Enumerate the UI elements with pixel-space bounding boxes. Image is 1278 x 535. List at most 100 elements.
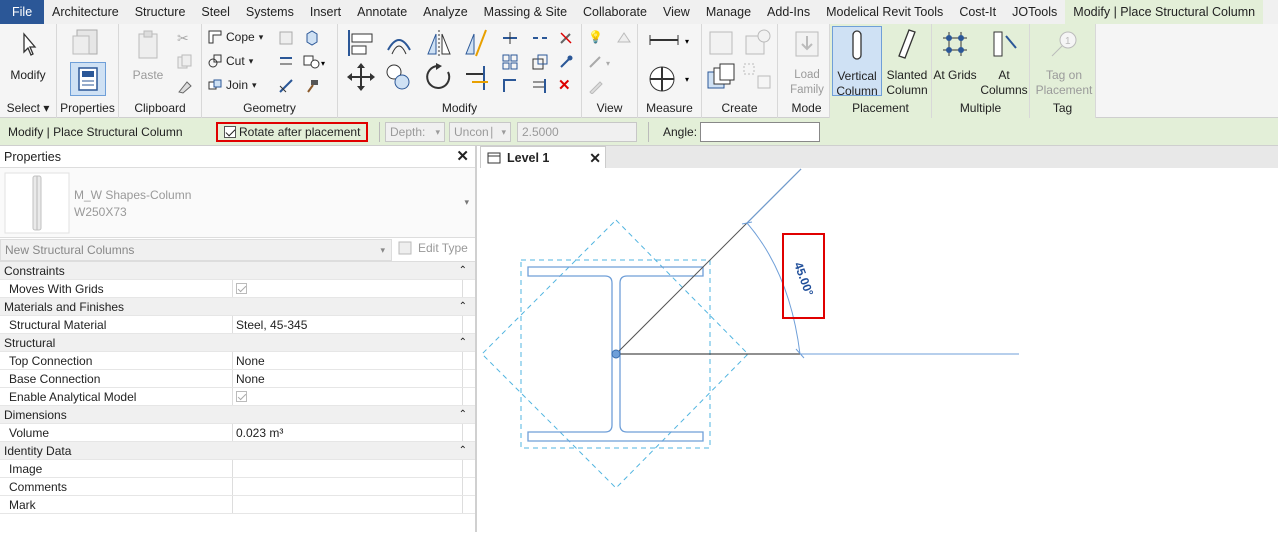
split-face-icon[interactable] — [278, 54, 294, 73]
tab-jotools[interactable]: JOTools — [1004, 0, 1065, 24]
tab-collaborate[interactable]: Collaborate — [575, 0, 655, 24]
copy-icon[interactable] — [177, 54, 193, 73]
create-parts-icon[interactable] — [742, 28, 774, 61]
unconnected-dropdown[interactable]: Uncon∣ ▾ — [449, 122, 511, 142]
tab-steel[interactable]: Steel — [193, 0, 238, 24]
rotate-icon[interactable] — [424, 62, 454, 95]
close-icon[interactable]: ✕ — [456, 146, 469, 168]
mirror-draw-axis-icon[interactable] — [462, 28, 492, 61]
property-value[interactable]: Steel, 45-345 — [236, 316, 307, 334]
category-label: Structural — [4, 336, 56, 350]
align-icon[interactable] — [346, 28, 376, 61]
copy-elements-icon[interactable] — [384, 62, 414, 95]
at-columns-label: At Columns — [980, 68, 1028, 97]
slanted-column-button[interactable]: Slanted Column — [882, 26, 932, 97]
override-graphics-icon[interactable]: ▾ — [588, 54, 618, 73]
pin-icon[interactable] — [558, 54, 574, 73]
tab-view[interactable]: View — [655, 0, 698, 24]
tab-modify-place-structural-column[interactable]: Modify | Place Structural Column — [1065, 0, 1264, 24]
join-button[interactable]: Join ▾ — [208, 78, 257, 92]
tab-level-1[interactable]: Level 1 ✕ — [480, 146, 606, 168]
property-value[interactable]: None — [236, 352, 265, 370]
ribbon: Modify Select ▾ Properties Paste ✂ Clipb… — [0, 24, 1278, 118]
tab-architecture[interactable]: Architecture — [44, 0, 127, 24]
instance-filter-dropdown[interactable]: New Structural Columns ▾ — [0, 239, 392, 261]
split-element-icon[interactable] — [502, 30, 518, 49]
checkbox-icon[interactable] — [236, 391, 247, 402]
height-value-input[interactable]: 2.5000 — [517, 122, 637, 142]
depth-dropdown[interactable]: Depth: ▾ — [385, 122, 445, 142]
lightbulb-icon[interactable]: 💡 — [588, 30, 603, 44]
angle-input[interactable] — [700, 122, 820, 142]
split-gap-icon[interactable] — [532, 30, 548, 49]
hide-icon[interactable] — [616, 30, 632, 49]
collapse-icon[interactable]: ⌃ — [459, 262, 467, 280]
angle-label: Angle: — [663, 125, 698, 139]
move-icon[interactable] — [346, 62, 376, 95]
create-assembly-icon[interactable] — [706, 28, 738, 61]
mirror-pick-axis-icon[interactable] — [424, 28, 454, 61]
unpin-icon[interactable] — [558, 30, 574, 49]
delete-icon[interactable]: ✕ — [558, 78, 571, 94]
offset-icon[interactable] — [384, 28, 414, 61]
scissors-icon[interactable]: ✂ — [177, 30, 189, 47]
load-family-label: Load Family — [790, 69, 824, 96]
checkbox-icon[interactable] — [236, 283, 247, 294]
load-family-button[interactable]: Load Family — [784, 26, 830, 96]
tab-insert[interactable]: Insert — [302, 0, 349, 24]
at-grids-button[interactable]: At Grids — [932, 26, 978, 96]
select-dropdown[interactable]: Select ▾ — [0, 101, 56, 115]
wall-joins-icon[interactable] — [278, 78, 294, 97]
close-icon[interactable]: ✕ — [589, 147, 601, 169]
tab-structure[interactable]: Structure — [127, 0, 194, 24]
create-group-icon[interactable] — [706, 62, 738, 95]
tab-massing-site[interactable]: Massing & Site — [476, 0, 575, 24]
similar-icon[interactable] — [742, 62, 774, 95]
property-value[interactable]: 0.023 m³ — [236, 424, 283, 442]
tab-cost-it[interactable]: Cost-It — [951, 0, 1004, 24]
collapse-icon[interactable]: ⌃ — [459, 406, 467, 424]
insertion-point[interactable] — [611, 349, 621, 359]
aligned-dimension-icon[interactable]: ▾ — [648, 64, 692, 97]
geometry-tool-icon[interactable] — [278, 30, 294, 49]
type-properties-icon[interactable] — [71, 28, 105, 58]
at-grids-icon — [943, 32, 967, 56]
tab-manage[interactable]: Manage — [698, 0, 759, 24]
array-icon[interactable] — [502, 54, 518, 73]
trim-multiple-icon[interactable] — [532, 78, 548, 97]
tab-file[interactable]: File — [0, 0, 44, 24]
trim-extend-icon[interactable] — [462, 62, 492, 95]
panel-create: Create — [702, 24, 778, 118]
match-type-icon[interactable] — [177, 78, 193, 97]
panel-select: Modify Select ▾ — [0, 24, 57, 118]
measure-icon[interactable]: ▾ — [648, 32, 692, 51]
cut-button[interactable]: Cut ▾ — [208, 54, 253, 68]
properties-button[interactable] — [70, 62, 106, 96]
collapse-icon[interactable]: ⌃ — [459, 334, 467, 352]
drawing-canvas[interactable]: 45.00° — [480, 168, 1278, 532]
at-columns-button[interactable]: At Columns — [978, 26, 1030, 97]
demolish-hammer-icon[interactable] — [304, 78, 320, 97]
property-value[interactable]: None — [236, 370, 265, 388]
tab-analyze[interactable]: Analyze — [415, 0, 475, 24]
collapse-icon[interactable]: ⌃ — [459, 298, 467, 316]
scale-icon[interactable] — [532, 54, 548, 73]
view-tab-label: Level 1 — [507, 151, 550, 165]
trim-corner-icon[interactable] — [502, 78, 518, 97]
tab-add-ins[interactable]: Add-Ins — [759, 0, 818, 24]
tag-on-placement-button[interactable]: 1 Tag on Placement — [1034, 26, 1094, 97]
cope-button[interactable]: Cope ▾ — [208, 30, 263, 44]
tab-systems[interactable]: Systems — [238, 0, 302, 24]
tab-annotate[interactable]: Annotate — [349, 0, 415, 24]
paste-button[interactable]: Paste — [123, 26, 173, 96]
tab-modelical[interactable]: Modelical Revit Tools — [818, 0, 951, 24]
collapse-icon[interactable]: ⌃ — [459, 442, 467, 460]
linework-icon[interactable] — [588, 78, 604, 97]
drawing-area: 45.00° — [481, 168, 1019, 489]
paint-icon[interactable]: ▾ — [302, 54, 328, 73]
edit-type-button[interactable]: Edit Type — [398, 241, 468, 255]
vertical-column-button[interactable]: Vertical Column — [832, 26, 882, 98]
type-selector[interactable]: M_W Shapes-Column W250X73 ▾ — [0, 168, 475, 238]
modify-button[interactable]: Modify — [3, 26, 53, 96]
cube-icon[interactable] — [304, 30, 320, 49]
